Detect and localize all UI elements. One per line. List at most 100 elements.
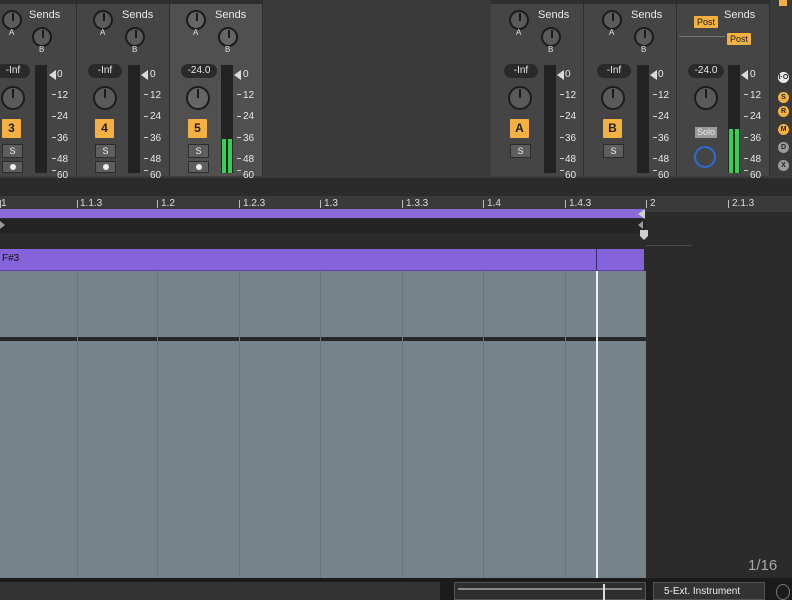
level-meter <box>128 65 140 173</box>
send-b-knob-icon[interactable] <box>32 27 52 47</box>
io-toggle-button[interactable]: I·O <box>778 72 789 83</box>
sends-label: Sends <box>215 9 247 21</box>
start-marker-strip <box>0 219 646 233</box>
solo-button[interactable]: S <box>95 144 116 158</box>
send-b-label: B <box>39 45 45 54</box>
solo-button[interactable]: S <box>510 144 531 158</box>
send-b-knob-icon[interactable] <box>218 27 238 47</box>
volume-field[interactable]: -Inf <box>504 64 538 78</box>
send-a-knob-icon[interactable] <box>509 10 529 30</box>
midi-clip-header[interactable]: F#3 <box>0 249 644 271</box>
arrangement-view: 1 1.1.3 1.2 1.2.3 1.3 1.3.3 1.4 1.4.3 2 … <box>0 178 792 578</box>
pan-knob-icon[interactable] <box>601 86 625 110</box>
cue-volume-icon[interactable] <box>694 146 716 168</box>
send-a-label: A <box>516 28 522 37</box>
loop-brace[interactable] <box>0 209 644 218</box>
meter-ticks <box>560 73 564 173</box>
level-meter <box>35 65 47 173</box>
bottom-bar: 5-Ext. Instrument <box>0 578 792 600</box>
delay-toggle-button[interactable]: D <box>778 142 789 153</box>
post-button[interactable]: Post <box>727 33 752 45</box>
return-strip-b: Sends A B -Inf B S 0 12 24 36 48 60 <box>584 0 677 180</box>
pan-knob-icon[interactable] <box>1 86 25 110</box>
sends-label: Sends <box>631 9 663 21</box>
volume-field[interactable]: -Inf <box>597 64 631 78</box>
returns-toggle-button[interactable]: R <box>778 106 789 117</box>
playhead[interactable] <box>596 271 598 578</box>
send-b-knob-icon[interactable] <box>125 27 145 47</box>
crossfader-toggle-button[interactable]: X <box>778 160 789 171</box>
mixer-empty-area <box>263 0 490 176</box>
meter-bar-left <box>729 129 733 173</box>
instrument-name: 5-Ext. Instrument <box>664 586 741 597</box>
volume-field[interactable]: -Inf <box>88 64 122 78</box>
track-strip-5: Sends A B -24.0 5 S 0 12 24 36 48 60 <box>170 0 263 180</box>
track-activator-button[interactable]: 4 <box>95 119 114 138</box>
sends-toggle-button[interactable]: S <box>778 92 789 103</box>
pan-knob-icon[interactable] <box>186 86 210 110</box>
send-b-label: B <box>641 45 647 54</box>
record-arm-icon[interactable] <box>2 161 23 173</box>
meter-ticks <box>237 73 241 173</box>
return-activator-button[interactable]: A <box>510 119 529 138</box>
send-a-label: A <box>609 28 615 37</box>
meter-bar-right <box>735 129 739 173</box>
meter-scale: 0 12 24 36 48 60 <box>750 69 762 181</box>
sends-label: Sends <box>724 9 756 21</box>
volume-field[interactable]: -24.0 <box>181 64 217 78</box>
send-a-knob-icon[interactable] <box>602 10 622 30</box>
meter-ticks <box>144 73 148 173</box>
start-marker-icon[interactable] <box>0 221 5 229</box>
clip-lane-lower[interactable] <box>0 341 646 578</box>
end-marker-icon[interactable] <box>638 221 643 229</box>
level-meter <box>544 65 556 173</box>
return-strip-a: Sends A B -Inf A S 0 12 24 36 48 60 <box>491 0 584 180</box>
volume-field[interactable]: -Inf <box>0 64 30 78</box>
solo-button[interactable]: S <box>603 144 624 158</box>
solo-cue-button[interactable]: Solo <box>695 127 717 138</box>
send-a-knob-icon[interactable] <box>93 10 113 30</box>
send-b-label: B <box>225 45 231 54</box>
sends-label: Sends <box>538 9 570 21</box>
overview-scrollbar[interactable] <box>454 582 646 600</box>
insert-marker-icon[interactable] <box>640 230 648 240</box>
solo-button[interactable]: S <box>188 144 209 158</box>
level-meter <box>637 65 649 173</box>
send-a-knob-icon[interactable] <box>2 10 22 30</box>
clip-lane-upper[interactable] <box>0 271 646 337</box>
pan-knob-icon[interactable] <box>508 86 532 110</box>
pan-knob-icon[interactable] <box>93 86 117 110</box>
volume-field[interactable]: -24.0 <box>688 64 724 78</box>
mixer-toggle-button[interactable]: M <box>778 124 789 135</box>
send-a-label: A <box>100 28 106 37</box>
track-strip-3: Sends A B -Inf 3 S 0 12 24 36 48 60 <box>0 0 77 180</box>
meter-scale: 0 12 24 36 48 60 <box>150 69 162 181</box>
master-strip: Sends Post Post -24.0 Solo 0 12 24 36 48 60 <box>677 0 770 180</box>
clip-name: F#3 <box>2 253 20 264</box>
device-toggle-icon[interactable] <box>776 584 790 600</box>
send-b-label: B <box>132 45 138 54</box>
send-a-knob-icon[interactable] <box>186 10 206 30</box>
record-arm-icon[interactable] <box>95 161 116 173</box>
level-meter <box>728 65 740 173</box>
meter-scale: 0 12 24 36 48 60 <box>57 69 69 181</box>
level-meter <box>221 65 233 173</box>
send-b-label: B <box>548 45 554 54</box>
grid-quantization-label[interactable]: 1/16 <box>748 557 777 574</box>
return-activator-button[interactable]: B <box>603 119 622 138</box>
track-activator-button[interactable]: 5 <box>188 119 207 138</box>
send-a-label: A <box>193 28 199 37</box>
pan-knob-icon[interactable] <box>694 86 718 110</box>
meter-ticks <box>744 73 748 173</box>
send-b-knob-icon[interactable] <box>541 27 561 47</box>
meter-ticks <box>653 73 657 173</box>
monitor-icon[interactable] <box>188 161 209 173</box>
loop-end-marker-icon[interactable] <box>638 209 645 219</box>
send-b-knob-icon[interactable] <box>634 27 654 47</box>
track-activator-button[interactable]: 3 <box>2 119 21 138</box>
track-strip-4: Sends A B -Inf 4 S 0 12 24 36 48 60 <box>77 0 170 180</box>
empty-arrangement-area[interactable] <box>646 271 792 578</box>
solo-button[interactable]: S <box>2 144 23 158</box>
post-button[interactable]: Post <box>694 16 719 28</box>
meter-bar-right <box>228 139 232 173</box>
